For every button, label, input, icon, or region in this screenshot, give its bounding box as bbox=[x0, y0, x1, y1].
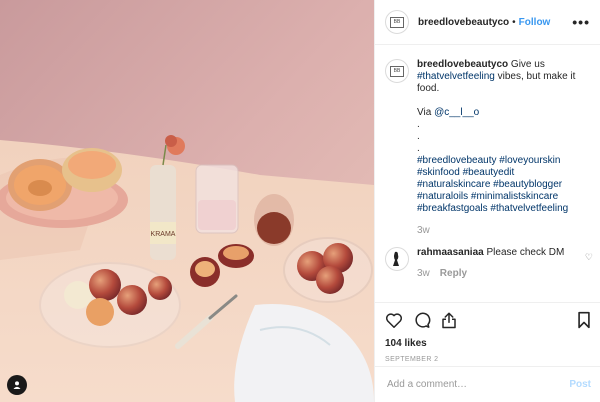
comment-timestamp[interactable]: 3w bbox=[417, 268, 430, 280]
caption-timestamp[interactable]: 3w bbox=[417, 225, 587, 237]
share-icon[interactable] bbox=[441, 311, 457, 329]
mention-link[interactable]: @c__l__o bbox=[434, 107, 479, 118]
comment-body: rahmaasaniaa Please check DM 3w Reply bbox=[417, 247, 587, 280]
instagram-post: KRAMA BB breedlovebeautyco • Follow ••• … bbox=[0, 0, 600, 402]
dot-line: . bbox=[417, 131, 420, 142]
dot-line: . bbox=[417, 143, 420, 154]
hashtag-line[interactable]: #naturalskincare #beautyblogger bbox=[417, 179, 587, 191]
post-actions: 104 likes SEPTEMBER 2 bbox=[375, 302, 600, 363]
hashtag-line[interactable]: #naturaloils #minimalistskincare bbox=[417, 191, 587, 203]
hashtag-line[interactable]: #skinfood #beautyedit bbox=[417, 167, 587, 179]
add-comment-bar: Post bbox=[375, 366, 600, 402]
caption-body: breedlovebeautyco Give us #thatvelvetfee… bbox=[417, 59, 587, 237]
more-options-icon[interactable]: ••• bbox=[572, 14, 590, 30]
post-comment-button[interactable]: Post bbox=[569, 379, 591, 390]
comment-text: Please check DM bbox=[483, 247, 565, 258]
hashtag-line[interactable]: #breakfastgoals #thatvelvetfeeling bbox=[417, 203, 587, 215]
post-header: BB breedlovebeautyco • Follow ••• bbox=[375, 0, 600, 45]
comment-meta: 3w Reply bbox=[417, 268, 587, 280]
brand-logo: BB bbox=[390, 16, 404, 28]
commenter-avatar[interactable] bbox=[385, 247, 409, 271]
author-avatar[interactable]: BB bbox=[385, 10, 409, 34]
brand-logo: BB bbox=[390, 65, 404, 77]
commenter-username[interactable]: rahmaasaniaa bbox=[417, 247, 484, 258]
likes-count[interactable]: 104 likes bbox=[385, 338, 591, 349]
caption-username[interactable]: breedlovebeautyco bbox=[417, 59, 508, 70]
user-tag-icon[interactable] bbox=[7, 375, 27, 395]
post-photo[interactable]: KRAMA bbox=[0, 0, 374, 402]
hashtag-link[interactable]: #thatvelvetfeeling bbox=[417, 71, 495, 82]
reply-button[interactable]: Reply bbox=[440, 268, 467, 280]
post-date[interactable]: SEPTEMBER 2 bbox=[385, 356, 591, 363]
caption-text: Give us bbox=[508, 59, 545, 70]
caption-avatar[interactable]: BB bbox=[385, 59, 409, 83]
author-username[interactable]: breedlovebeautyco bbox=[418, 17, 509, 28]
heart-icon[interactable] bbox=[385, 312, 403, 329]
comment-icon[interactable] bbox=[413, 311, 431, 329]
post-side-panel: BB breedlovebeautyco • Follow ••• BB bre… bbox=[374, 0, 600, 402]
caption: BB breedlovebeautyco Give us #thatvelvet… bbox=[385, 59, 590, 237]
hashtag-line[interactable]: #breedlovebeauty #loveyourskin bbox=[417, 155, 587, 167]
add-comment-input[interactable] bbox=[385, 378, 570, 391]
still-life-image: KRAMA bbox=[0, 0, 374, 402]
like-comment-heart-icon[interactable]: ♡ bbox=[585, 252, 593, 263]
comment-item: rahmaasaniaa Please check DM 3w Reply bbox=[385, 247, 590, 280]
action-icons bbox=[385, 310, 591, 330]
profile-silhouette-icon bbox=[393, 251, 399, 266]
svg-text:KRAMA: KRAMA bbox=[151, 231, 176, 238]
via-text: Via bbox=[417, 107, 435, 118]
bookmark-icon[interactable] bbox=[577, 311, 591, 329]
dot-line: . bbox=[417, 119, 420, 130]
follow-button[interactable]: Follow bbox=[519, 17, 551, 28]
separator-dot: • bbox=[512, 16, 516, 28]
